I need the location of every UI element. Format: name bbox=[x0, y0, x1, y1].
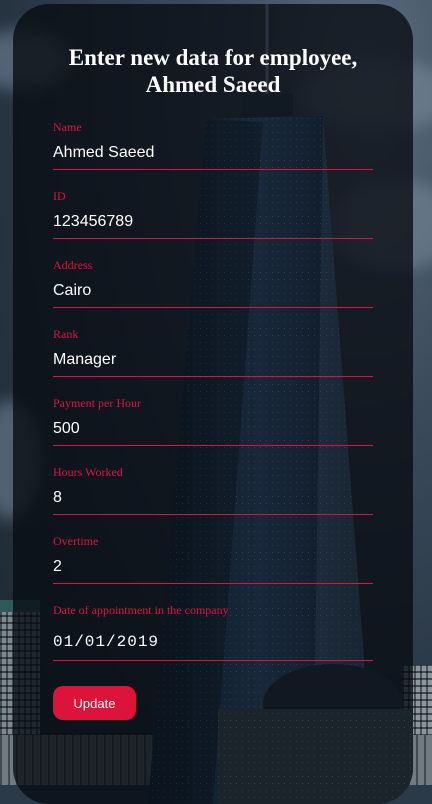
hours-worked-label: Hours Worked bbox=[53, 465, 123, 479]
field-overtime: Overtime bbox=[53, 534, 373, 584]
field-hours-worked: Hours Worked bbox=[53, 465, 373, 515]
rank-label: Rank bbox=[53, 327, 79, 341]
id-input[interactable] bbox=[53, 203, 373, 239]
address-input[interactable] bbox=[53, 272, 373, 308]
title-line-2: Ahmed Saeed bbox=[145, 72, 281, 97]
field-name: Name bbox=[53, 120, 373, 170]
field-address: Address bbox=[53, 258, 373, 308]
payment-per-hour-input[interactable] bbox=[53, 410, 373, 446]
form-card: Enter new data for employee, Ahmed Saeed… bbox=[13, 4, 413, 804]
name-input[interactable] bbox=[53, 134, 373, 170]
appointment-date-input[interactable] bbox=[53, 617, 373, 661]
title-line-1: Enter new data for employee, bbox=[68, 45, 358, 70]
name-label: Name bbox=[53, 120, 82, 134]
hours-worked-input[interactable] bbox=[53, 479, 373, 515]
rank-input[interactable] bbox=[53, 341, 373, 377]
address-label: Address bbox=[53, 258, 93, 272]
overtime-label: Overtime bbox=[53, 534, 99, 548]
overtime-input[interactable] bbox=[53, 548, 373, 584]
field-id: ID bbox=[53, 189, 373, 239]
update-button[interactable]: Update bbox=[53, 686, 136, 720]
appointment-date-label: Date of appointment in the company bbox=[53, 603, 229, 617]
payment-per-hour-label: Payment per Hour bbox=[53, 396, 141, 410]
id-label: ID bbox=[53, 189, 66, 203]
field-appointment-date: Date of appointment in the company bbox=[53, 603, 373, 661]
field-rank: Rank bbox=[53, 327, 373, 377]
page-title: Enter new data for employee, Ahmed Saeed bbox=[33, 44, 393, 98]
field-payment-per-hour: Payment per Hour bbox=[53, 396, 373, 446]
